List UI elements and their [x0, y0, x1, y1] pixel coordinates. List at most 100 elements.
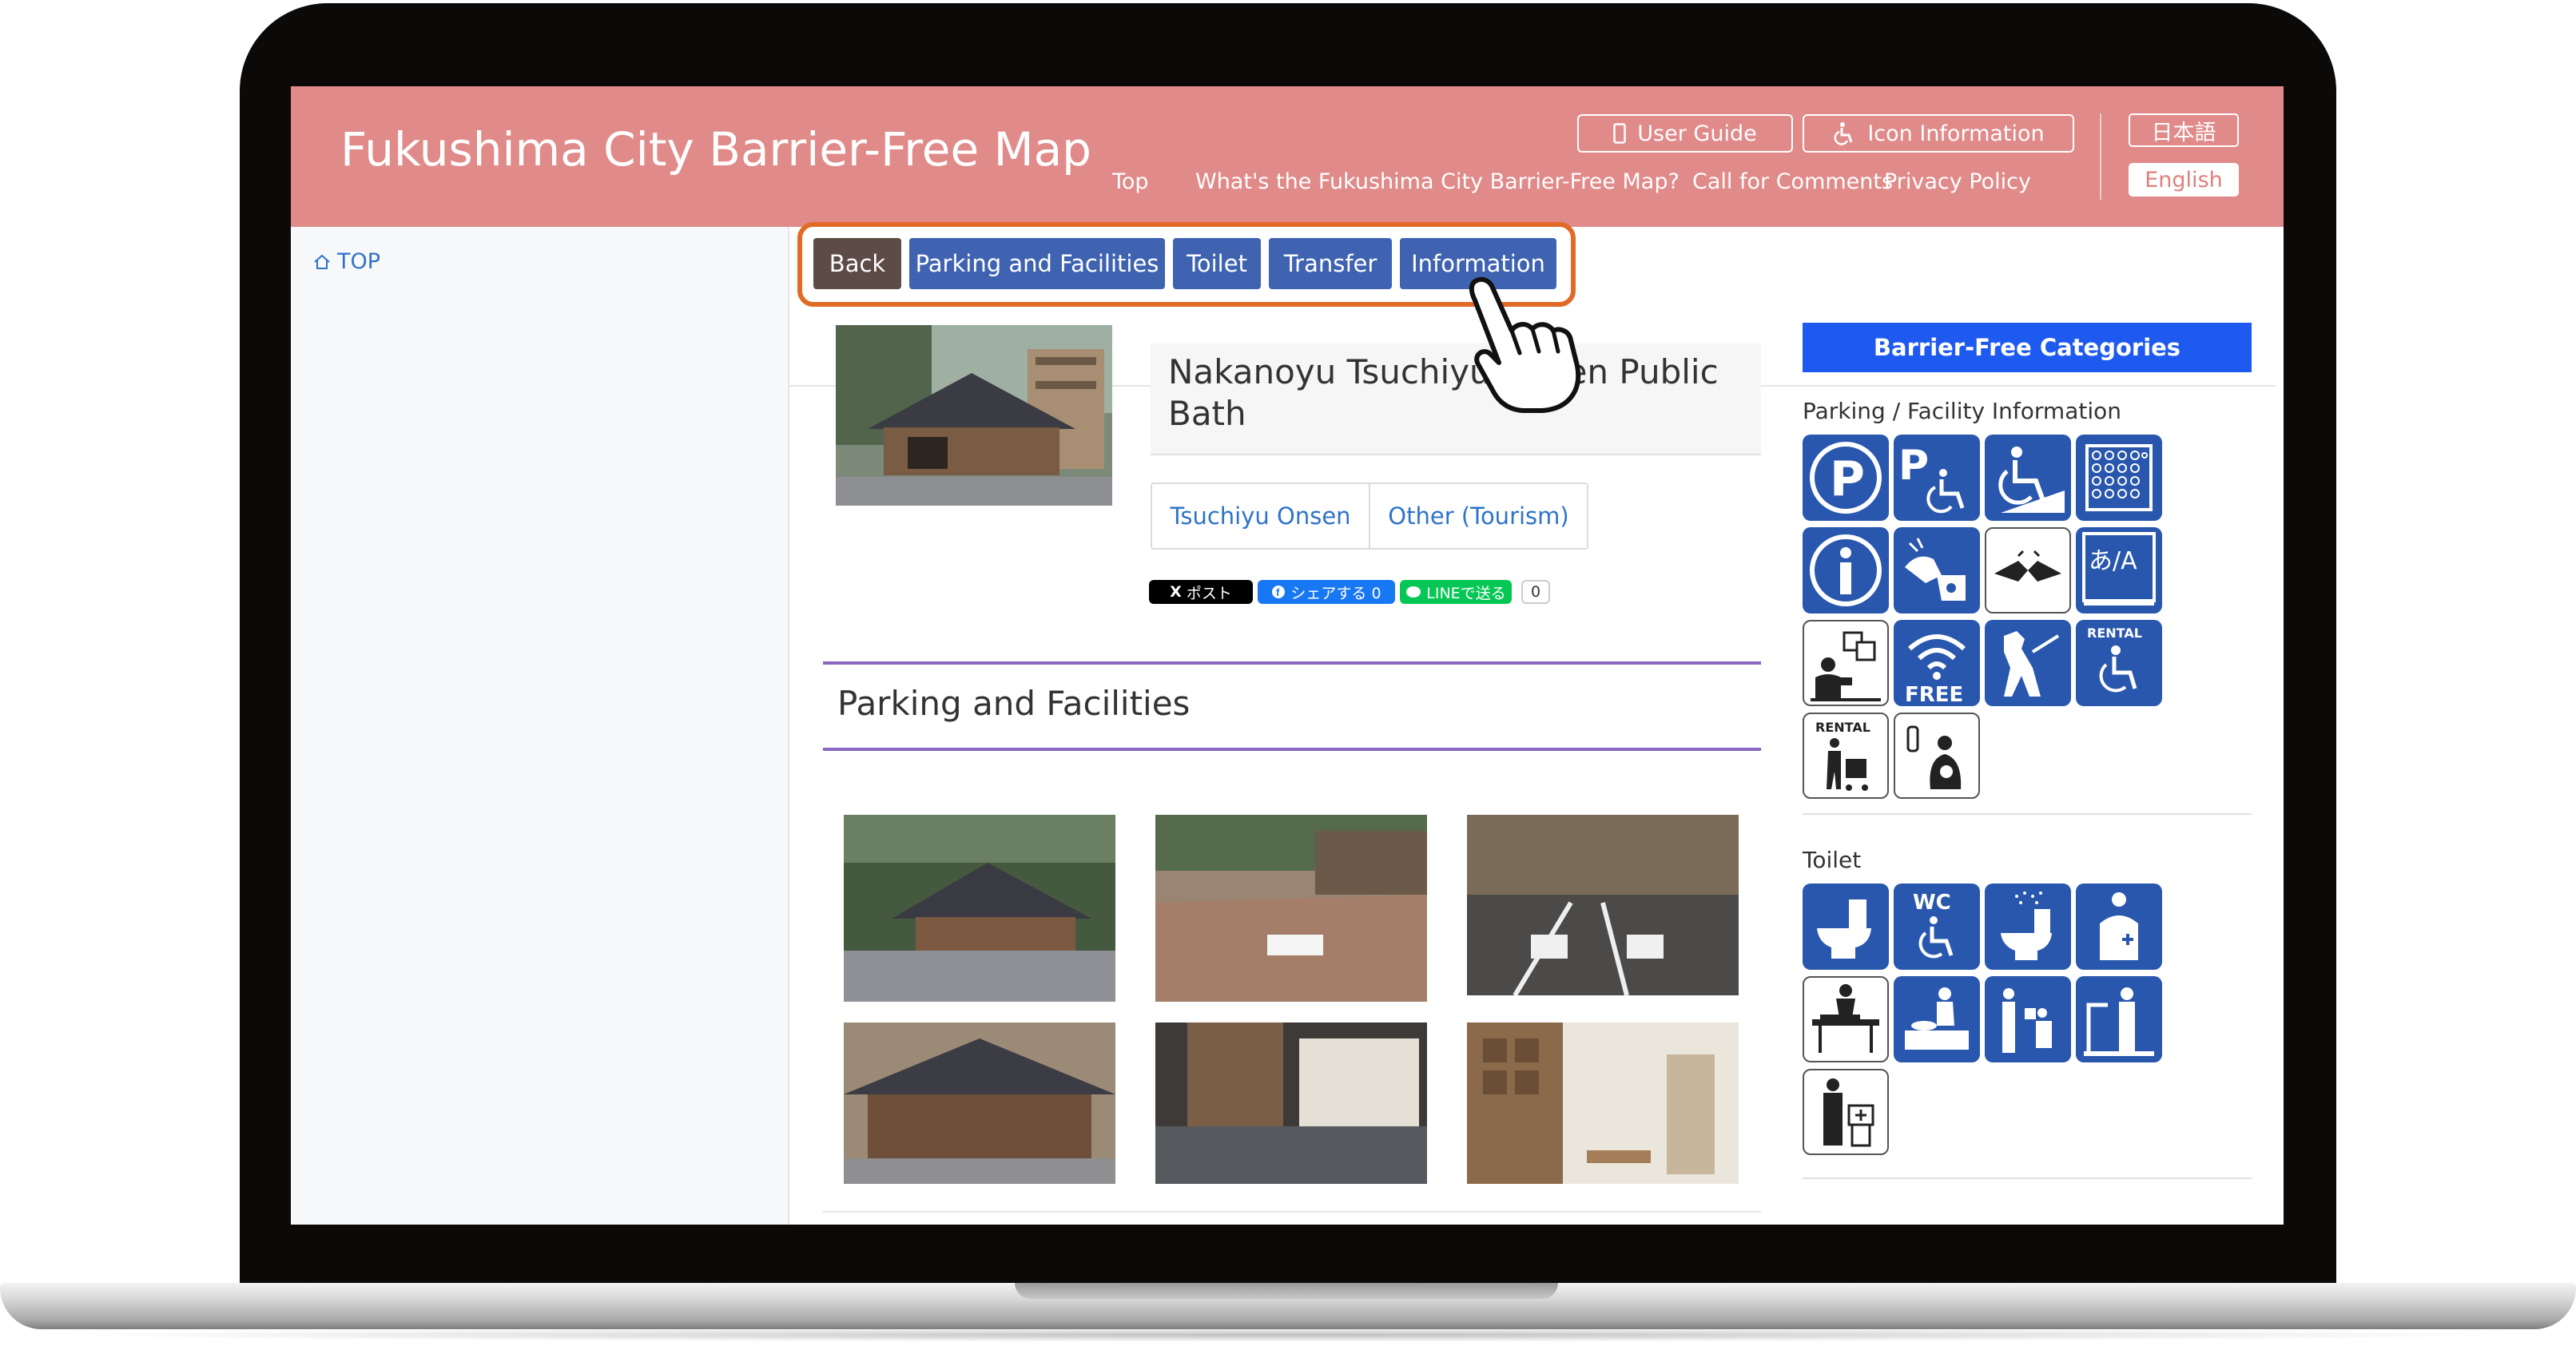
- place-title: Nakanoyu Tsuchiyu Onsen Public Bath: [1168, 352, 1719, 433]
- smartphone-icon: [1613, 123, 1627, 144]
- nav-call-for-comments[interactable]: Call for Comments: [1692, 169, 1893, 194]
- free-wifi-text: FREE: [1905, 683, 1963, 706]
- free-wifi-icon[interactable]: FREE: [1894, 620, 1980, 707]
- baby-seat-graphic: [2002, 988, 2052, 1053]
- assistance-dog-graphic: [2004, 631, 2060, 697]
- facility-photo[interactable]: [1155, 815, 1427, 1002]
- wheelchair-icon: [1834, 122, 1853, 145]
- site-header: Fukushima City Barrier-Free Map User Gui…: [291, 86, 2284, 227]
- wheelchair-rental-icon[interactable]: RENTAL: [2076, 620, 2162, 706]
- multilingual-graphic: あ/A: [2082, 532, 2156, 606]
- baby-seat-icon[interactable]: [1985, 976, 2071, 1062]
- nav-top[interactable]: Top: [1112, 169, 1149, 194]
- sidebar-top-label: TOP: [337, 249, 381, 274]
- lang-english-button[interactable]: English: [2129, 163, 2239, 197]
- sidebar: TOP: [291, 227, 789, 1225]
- stroller-rental-icon[interactable]: RENTAL: [1803, 713, 1889, 799]
- wheelchair-slope-icon[interactable]: [1985, 435, 2071, 521]
- washlet-icon[interactable]: [1985, 883, 2071, 970]
- facility-photo[interactable]: [844, 815, 1115, 1002]
- parking-facility-heading: Parking / Facility Information: [1803, 398, 2121, 424]
- facility-photo[interactable]: [1155, 1022, 1427, 1184]
- baby-changing-graphic: [1905, 987, 1969, 1050]
- parking-icon-graphic: P: [1810, 442, 1882, 514]
- facebook-share-button[interactable]: f シェアする 0: [1258, 580, 1395, 604]
- lang-japanese-button[interactable]: 日本語: [2129, 113, 2239, 147]
- accessible-wc-icon[interactable]: WC: [1894, 883, 1980, 970]
- multilingual-icon[interactable]: あ/A: [2076, 527, 2162, 613]
- x-post-label: ポスト: [1186, 584, 1232, 602]
- svg-text:P: P: [1898, 442, 1929, 490]
- wheelchair-slope-graphic: [1998, 447, 2065, 513]
- user-guide-button[interactable]: User Guide: [1577, 114, 1793, 153]
- nursing-room-icon[interactable]: [1894, 713, 1980, 799]
- information-graphic: [1810, 534, 1882, 606]
- sidebar-top-link[interactable]: TOP: [313, 249, 380, 274]
- line-share-button[interactable]: LINEで送る: [1400, 580, 1512, 604]
- wheelchair-rental-text: RENTAL: [2087, 625, 2142, 641]
- category-rule: [1803, 1177, 2252, 1179]
- tag-tsuchiyu-onsen[interactable]: Tsuchiyu Onsen: [1152, 484, 1369, 548]
- ostomate-sink-graphic: [1823, 1078, 1874, 1147]
- baby-changing-table-icon[interactable]: [1894, 976, 1980, 1062]
- assistance-graphic: [1905, 538, 1966, 601]
- tactile-paving-icon[interactable]: [2076, 435, 2162, 521]
- accessible-wc-text: WC: [1913, 891, 1951, 915]
- handrail-icon[interactable]: [2076, 976, 2162, 1062]
- tab-transfer[interactable]: Transfer: [1269, 238, 1392, 289]
- stroller-rental-graphic: RENTAL: [1815, 720, 1870, 791]
- facebook-icon: f: [1272, 586, 1286, 598]
- site-title[interactable]: Fukushima City Barrier-Free Map: [340, 122, 1091, 177]
- hero-photo: [836, 325, 1112, 506]
- user-guide-label: User Guide: [1637, 121, 1757, 146]
- facility-photo[interactable]: [1467, 1022, 1739, 1184]
- handrail-graphic: [2084, 987, 2154, 1056]
- header-divider: [2100, 113, 2101, 200]
- place-title-box: Nakanoyu Tsuchiyu Onsen Public Bath: [1151, 343, 1761, 455]
- ostomate-sink-icon[interactable]: [1803, 1069, 1889, 1155]
- laptop-shadow: [48, 1328, 2528, 1342]
- laptop-notch: [1015, 1283, 1558, 1299]
- content-bottom-rule: [823, 1211, 1761, 1213]
- tactile-paving-graphic: [2085, 444, 2153, 511]
- facility-photo[interactable]: [844, 1022, 1115, 1184]
- sign-language-icon[interactable]: [1985, 527, 2071, 613]
- ostomate-graphic: [2100, 892, 2138, 960]
- free-wifi-graphic: FREE: [1905, 634, 1966, 707]
- information-icon[interactable]: [1803, 527, 1889, 613]
- assistance-dog-icon[interactable]: [1985, 620, 2071, 706]
- section-rule-bottom: [823, 748, 1761, 751]
- tab-parking-and-facilities[interactable]: Parking and Facilities: [909, 238, 1165, 289]
- western-toilet-graphic: [1817, 899, 1871, 959]
- categories-header: Barrier-Free Categories: [1803, 323, 2252, 372]
- stroller-rental-text: RENTAL: [1815, 720, 1870, 735]
- sign-language-graphic: [1994, 550, 2061, 582]
- wheelchair-rental-graphic: RENTAL: [2087, 625, 2142, 693]
- x-logo-icon: X: [1170, 583, 1182, 601]
- tab-toilet[interactable]: Toilet: [1173, 238, 1261, 289]
- assistance-icon[interactable]: [1894, 527, 1980, 613]
- accessible-parking-icon[interactable]: P: [1894, 435, 1980, 521]
- tag-other-tourism[interactable]: Other (Tourism): [1370, 484, 1587, 548]
- facebook-share-label: シェアする 0: [1290, 584, 1381, 602]
- nursing-room-graphic: [1906, 725, 1962, 789]
- facility-photo[interactable]: [1467, 815, 1739, 995]
- svg-text:P: P: [1830, 451, 1865, 507]
- tab-back[interactable]: Back: [813, 238, 901, 289]
- nav-about[interactable]: What's the Fukushima City Barrier-Free M…: [1195, 169, 1680, 194]
- nav-privacy-policy[interactable]: Privacy Policy: [1884, 169, 2031, 194]
- accessible-parking-graphic: P: [1898, 442, 1965, 514]
- line-icon: [1406, 586, 1421, 598]
- x-post-button[interactable]: X ポスト: [1149, 580, 1253, 604]
- multilingual-text: あ/A: [2089, 547, 2137, 575]
- pointer-hand-icon: [1469, 276, 1581, 413]
- place-tags: Tsuchiyu Onsen Other (Tourism): [1151, 482, 1588, 550]
- parking-icon[interactable]: P: [1803, 435, 1889, 521]
- icon-information-button[interactable]: Icon Information: [1803, 114, 2074, 153]
- section-title: Parking and Facilities: [837, 684, 1191, 723]
- western-toilet-icon[interactable]: [1803, 883, 1889, 970]
- adult-changing-bed-icon[interactable]: [1803, 976, 1889, 1062]
- home-icon: [314, 254, 330, 269]
- interpreter-icon[interactable]: [1803, 620, 1889, 706]
- ostomate-icon[interactable]: [2076, 883, 2162, 970]
